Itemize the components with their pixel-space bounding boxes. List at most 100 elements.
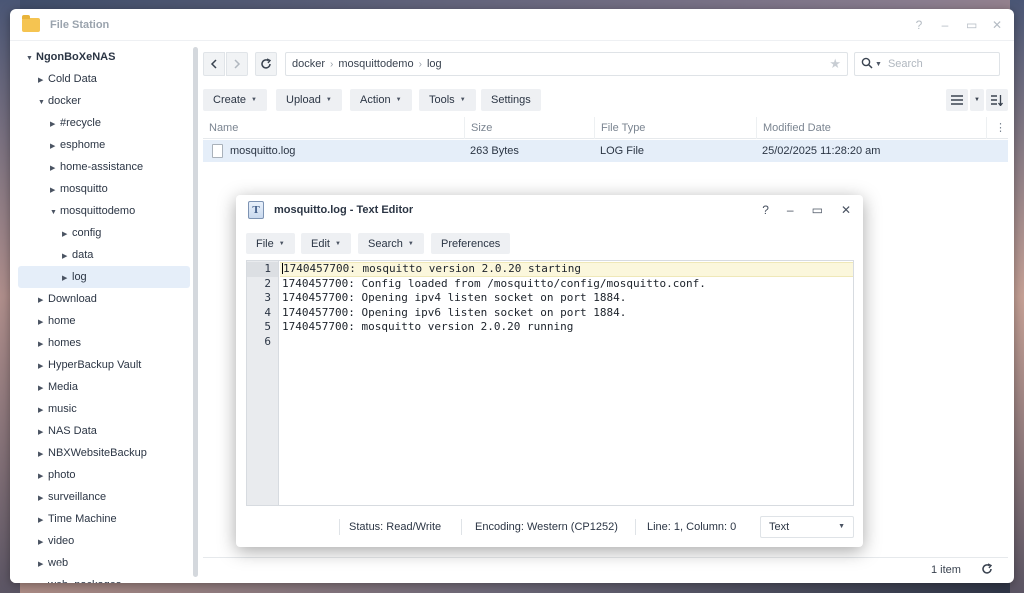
code-line[interactable]: 1740457700: Opening ipv4 listen socket o… <box>280 291 853 306</box>
search-menu-button[interactable]: Search ▼ <box>358 233 424 254</box>
column-header-file-type[interactable]: File Type <box>594 117 756 139</box>
action-button[interactable]: Action ▼ <box>350 89 412 111</box>
caret-down-icon[interactable]: ▼ <box>50 202 60 224</box>
tree-item[interactable]: ▼ docker <box>10 90 192 112</box>
tree-item[interactable]: ▶ config <box>10 222 192 244</box>
file-station-titlebar[interactable]: File Station ? – ▭ ✕ <box>10 9 1014 41</box>
caret-right-icon[interactable]: ▶ <box>62 224 72 246</box>
search-input[interactable]: ▼ Search <box>854 52 1000 76</box>
close-button[interactable]: ✕ <box>841 203 851 217</box>
file-menu-button[interactable]: File ▼ <box>246 233 295 254</box>
breadcrumb-item[interactable]: docker <box>292 58 325 70</box>
caret-right-icon[interactable]: ▶ <box>50 136 60 158</box>
tree-item[interactable]: ▶ esphome <box>10 134 192 156</box>
caret-right-icon[interactable]: ▶ <box>50 158 60 180</box>
caret-right-icon[interactable]: ▶ <box>38 510 48 532</box>
minimize-button[interactable]: – <box>787 203 794 217</box>
tree-item[interactable]: ▶ #recycle <box>10 112 192 134</box>
text-editor-area[interactable]: 1 2 3 4 5 6 1740457700: mosquitto versio… <box>246 260 854 506</box>
tree-item[interactable]: ▶ Cold Data <box>10 68 192 90</box>
tree-item[interactable]: ▶ data <box>10 244 192 266</box>
maximize-button[interactable]: ▭ <box>966 18 977 32</box>
search-dropdown-icon[interactable]: ▼ <box>875 61 882 68</box>
status-divider <box>339 519 340 535</box>
caret-right-icon[interactable]: ▶ <box>50 114 60 136</box>
sidebar-scrollbar[interactable] <box>193 47 198 577</box>
code-line-active[interactable]: 1740457700: mosquitto version 2.0.20 sta… <box>280 262 853 277</box>
caret-right-icon[interactable]: ▶ <box>38 334 48 356</box>
code-content[interactable]: 1740457700: mosquitto version 2.0.20 sta… <box>280 261 853 349</box>
maximize-button[interactable]: ▭ <box>812 203 823 217</box>
code-line[interactable]: 1740457700: Config loaded from /mosquitt… <box>280 277 853 292</box>
text-editor-titlebar[interactable]: T mosquitto.log - Text Editor ? – ▭ ✕ <box>236 195 863 225</box>
sort-button[interactable] <box>986 89 1008 111</box>
settings-button[interactable]: Settings <box>481 89 541 111</box>
code-line[interactable]: 1740457700: Opening ipv6 listen socket o… <box>280 306 853 321</box>
create-label: Create <box>213 94 247 106</box>
tree-item[interactable]: ▼ mosquittodemo <box>10 200 192 222</box>
list-view-icon <box>951 95 963 105</box>
caret-down-icon[interactable]: ▼ <box>26 48 36 70</box>
tree-item[interactable]: ▶ home <box>10 310 192 332</box>
tree-item[interactable]: ▶ homes <box>10 332 192 354</box>
caret-right-icon[interactable]: ▶ <box>38 422 48 444</box>
caret-right-icon[interactable]: ▶ <box>38 400 48 422</box>
tools-button[interactable]: Tools ▼ <box>419 89 476 111</box>
caret-right-icon[interactable]: ▶ <box>38 356 48 378</box>
path-bar[interactable]: docker › mosquittodemo › log ★ <box>285 52 848 76</box>
edit-menu-button[interactable]: Edit ▼ <box>301 233 351 254</box>
caret-right-icon[interactable]: ▶ <box>50 180 60 202</box>
upload-button[interactable]: Upload ▼ <box>276 89 342 111</box>
caret-right-icon[interactable]: ▶ <box>38 532 48 554</box>
tree-item[interactable]: ▶ NBXWebsiteBackup <box>10 442 192 464</box>
tree-item[interactable]: ▶ Media <box>10 376 192 398</box>
tree-item[interactable]: ▶ photo <box>10 464 192 486</box>
caret-right-icon[interactable]: ▶ <box>38 290 48 312</box>
forward-button[interactable] <box>226 52 248 76</box>
caret-right-icon[interactable]: ▶ <box>38 444 48 466</box>
column-options-icon[interactable]: ⋮ <box>986 117 1008 139</box>
refresh-status-button[interactable] <box>981 563 993 578</box>
breadcrumb-item[interactable]: mosquittodemo <box>338 58 413 70</box>
caret-right-icon[interactable]: ▶ <box>38 466 48 488</box>
caret-right-icon[interactable]: ▶ <box>62 268 72 290</box>
view-dropdown-button[interactable]: ▼ <box>970 89 984 111</box>
search-icon[interactable] <box>861 57 873 72</box>
tree-item[interactable]: ▶ surveillance <box>10 486 192 508</box>
column-header-name[interactable]: Name <box>203 117 464 139</box>
column-header-size[interactable]: Size <box>464 117 594 139</box>
caret-down-icon[interactable]: ▼ <box>38 92 48 114</box>
caret-right-icon[interactable]: ▶ <box>38 70 48 92</box>
create-button[interactable]: Create ▼ <box>203 89 267 111</box>
caret-right-icon[interactable]: ▶ <box>38 312 48 334</box>
breadcrumb-item[interactable]: log <box>427 58 442 70</box>
caret-right-icon[interactable]: ▶ <box>62 246 72 268</box>
help-button[interactable]: ? <box>762 203 769 217</box>
tree-item[interactable]: ▶ home-assistance <box>10 156 192 178</box>
code-line[interactable] <box>280 335 853 350</box>
tree-root[interactable]: ▼ NgonBoXeNAS <box>10 46 192 68</box>
favorite-star-icon[interactable]: ★ <box>829 56 841 72</box>
caret-right-icon[interactable]: ▶ <box>38 378 48 400</box>
tree-item[interactable]: ▶ log <box>18 266 190 288</box>
help-button[interactable]: ? <box>914 18 924 32</box>
close-button[interactable]: ✕ <box>992 18 1002 32</box>
syntax-mode-select[interactable]: Text ▼ <box>760 516 854 538</box>
preferences-button[interactable]: Preferences <box>431 233 511 254</box>
list-view-button[interactable] <box>946 89 968 111</box>
minimize-button[interactable]: – <box>940 18 950 32</box>
code-line[interactable]: 1740457700: mosquitto version 2.0.20 run… <box>280 320 853 335</box>
column-header-modified-date[interactable]: Modified Date <box>756 117 986 139</box>
tree-item[interactable]: ▶ music <box>10 398 192 420</box>
table-row[interactable]: mosquitto.log 263 Bytes LOG File 25/02/2… <box>203 140 1008 162</box>
tree-item[interactable]: ▶ Download <box>10 288 192 310</box>
tree-item[interactable]: ▶ Time Machine <box>10 508 192 530</box>
caret-right-icon[interactable]: ▶ <box>38 488 48 510</box>
text-editor-window: T mosquitto.log - Text Editor ? – ▭ ✕ Fi… <box>236 195 863 547</box>
tree-item[interactable]: ▶ HyperBackup Vault <box>10 354 192 376</box>
tree-item[interactable]: ▶ mosquitto <box>10 178 192 200</box>
tree-item[interactable]: ▶ video <box>10 530 192 552</box>
back-button[interactable] <box>203 52 225 76</box>
tree-item[interactable]: ▶ NAS Data <box>10 420 192 442</box>
refresh-button[interactable] <box>255 52 277 76</box>
